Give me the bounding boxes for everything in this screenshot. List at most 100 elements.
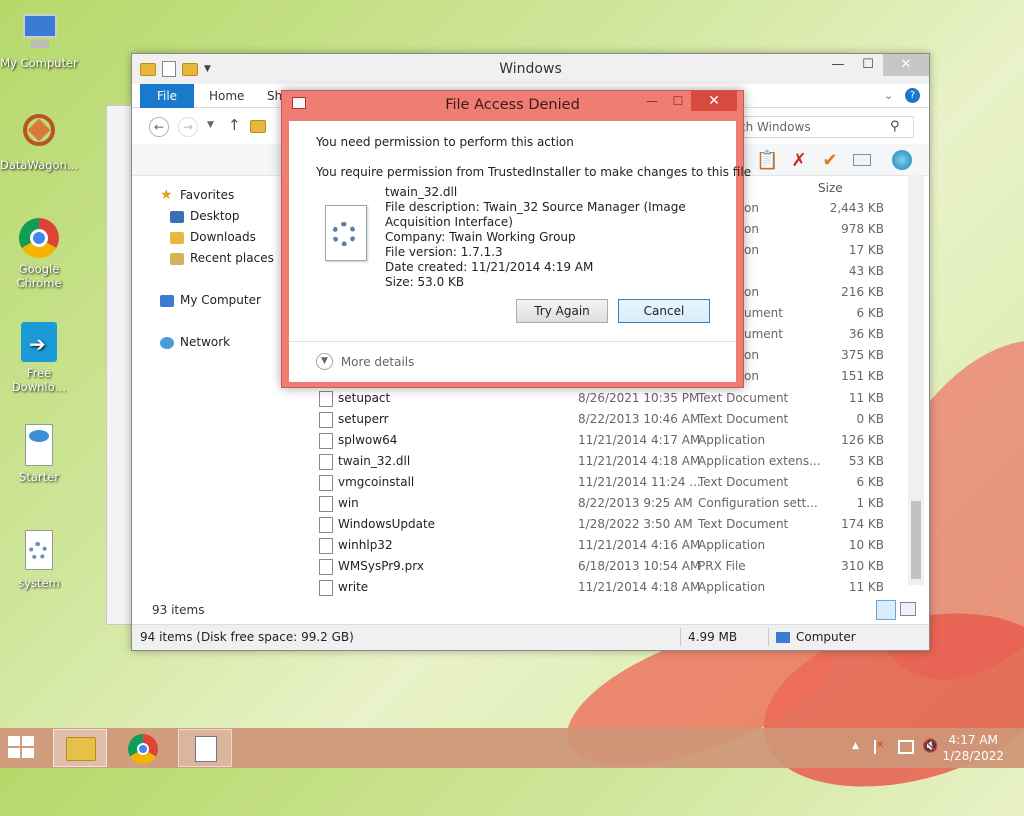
file-name: WMSysPr9.prx xyxy=(338,559,424,573)
cancel-button[interactable]: Cancel xyxy=(618,299,710,323)
file-type-partial: on xyxy=(744,285,759,299)
clock-date: 1/28/2022 xyxy=(942,749,1004,763)
file-row[interactable]: vmgcoinstall 11/21/2014 11:24 ... Text Doc… xyxy=(317,472,887,493)
file-row[interactable]: twain_32.dll 11/21/2014 4:18 AM Applicatio… xyxy=(317,451,887,472)
file-size: 6 KB xyxy=(856,475,884,489)
clipboard-icon[interactable]: 📋 xyxy=(756,150,778,172)
volume-muted-icon[interactable]: 🔇 xyxy=(922,739,938,754)
vertical-scrollbar[interactable] xyxy=(908,175,924,585)
downloads-folder-icon xyxy=(170,231,184,244)
my-computer-icon xyxy=(160,294,174,307)
taskbar-chrome[interactable] xyxy=(116,729,170,767)
file-icon xyxy=(319,412,333,428)
file-size-partial: 2,443 KB xyxy=(829,201,884,215)
file-type-partial: ument xyxy=(744,327,783,341)
file-size: 11 KB xyxy=(848,391,884,405)
file-icon xyxy=(319,496,333,512)
show-hidden-icons-arrow[interactable]: ▲ xyxy=(852,741,859,751)
close-button[interactable]: ✕ xyxy=(883,54,929,76)
folder-icon xyxy=(250,120,266,133)
search-icon[interactable]: ⚲ xyxy=(890,119,900,134)
tab-home[interactable]: Home xyxy=(209,84,244,108)
nav-downloads[interactable]: Downloads xyxy=(170,228,256,246)
desktop-icon-datawagon[interactable]: DataWagon… xyxy=(0,112,78,172)
file-row[interactable]: setupact 8/26/2021 10:35 PM Text Document 1… xyxy=(317,388,887,409)
large-icons-view-button[interactable] xyxy=(900,602,916,616)
desktop-icon-free-download[interactable]: ➔ Free Downlo… xyxy=(0,320,78,394)
file-date: 11/21/2014 4:18 AM xyxy=(578,454,701,468)
desktop-icon-system[interactable]: system xyxy=(0,530,78,590)
system-clock[interactable]: 4:17 AM 1/28/2022 xyxy=(942,732,1004,764)
file-type: Application xyxy=(698,433,766,447)
network-tray-icon[interactable] xyxy=(898,740,914,754)
maximize-button[interactable]: ☐ xyxy=(853,54,883,76)
file-row[interactable]: splwow64 11/21/2014 4:17 AM Application 126… xyxy=(317,430,887,451)
search-input[interactable]: ch Windows xyxy=(732,116,914,138)
free-download-icon: ➔ xyxy=(17,320,61,364)
chevron-down-icon[interactable]: ▼ xyxy=(207,120,214,130)
desktop-icon-label: Starter xyxy=(19,470,59,484)
scrollbar-thumb[interactable] xyxy=(911,501,921,579)
checkmark-icon[interactable]: ✔ xyxy=(819,150,841,172)
chevron-down-circle-icon: ▼ xyxy=(316,353,333,370)
dialog-maximize-button[interactable]: ☐ xyxy=(665,91,691,111)
taskbar-app[interactable] xyxy=(178,729,232,767)
file-row[interactable]: WMSysPr9.prx 6/18/2013 10:54 AM PRX File 31… xyxy=(317,556,887,577)
file-type: PRX File xyxy=(698,559,746,573)
dll-file-icon xyxy=(325,205,367,261)
nav-recent-places[interactable]: Recent places xyxy=(170,249,274,267)
desktop-icon-label: DataWagon… xyxy=(0,158,79,172)
explorer-title-bar[interactable]: ▼ Windows — ☐ ✕ xyxy=(132,54,929,84)
taskbar-file-explorer[interactable] xyxy=(53,729,107,767)
desktop-icon-chrome[interactable]: Google Chrome xyxy=(0,216,78,290)
file-size: 0 KB xyxy=(856,412,884,426)
desktop-icon-my-computer[interactable]: My Computer xyxy=(0,10,78,70)
delete-icon[interactable]: ✗ xyxy=(788,150,810,172)
minimize-button[interactable]: — xyxy=(823,54,853,76)
gear-icon xyxy=(332,222,356,246)
file-type-partial: on xyxy=(744,222,759,236)
nav-desktop[interactable]: Desktop xyxy=(170,207,240,225)
desktop-icon-label: My Computer xyxy=(0,56,78,70)
dialog-size: Size: 53.0 KB xyxy=(385,275,465,289)
nav-label: Downloads xyxy=(190,230,256,244)
dialog-company: Company: Twain Working Group xyxy=(385,230,576,244)
network-icon xyxy=(160,336,174,349)
file-row[interactable]: WindowsUpdate 1/28/2022 3:50 AM Text Docum… xyxy=(317,514,887,535)
nav-network[interactable]: Network xyxy=(160,333,230,351)
details-view-button[interactable] xyxy=(876,600,896,620)
clock-time: 4:17 AM xyxy=(948,733,998,747)
up-arrow-icon[interactable]: ↑ xyxy=(228,116,241,134)
file-row[interactable]: win 8/22/2013 9:25 AM Configuration sett..… xyxy=(317,493,887,514)
status-items: 94 items (Disk free space: 99.2 GB) xyxy=(140,630,354,644)
chevron-down-icon[interactable]: ⌄ xyxy=(884,89,893,102)
file-type: Text Document xyxy=(698,517,789,531)
file-row[interactable]: write 11/21/2014 4:18 AM Application 11 KB xyxy=(317,577,887,598)
desktop-icon-starter[interactable]: Starter xyxy=(0,424,78,484)
help-icon[interactable]: ? xyxy=(905,88,920,103)
computer-icon xyxy=(776,632,790,643)
globe-icon[interactable] xyxy=(891,150,913,172)
file-row[interactable]: winhlp32 11/21/2014 4:16 AM Application 10 … xyxy=(317,535,887,556)
dialog-body: You need permission to perform this acti… xyxy=(289,121,751,382)
start-button[interactable] xyxy=(8,736,36,760)
forward-button[interactable]: → xyxy=(178,117,198,137)
file-row[interactable]: setuperr 8/22/2013 10:46 AM Text Document 0… xyxy=(317,409,887,430)
dialog-close-button[interactable]: ✕ xyxy=(691,91,737,111)
action-center-flag-icon[interactable]: ✕ xyxy=(874,740,890,754)
try-again-button[interactable]: Try Again xyxy=(516,299,608,323)
column-header-size[interactable]: Size xyxy=(818,181,843,195)
tab-share[interactable]: Sh xyxy=(267,84,282,108)
file-size-partial: 6 KB xyxy=(856,306,884,320)
my-computer-icon xyxy=(17,10,61,54)
tab-file[interactable]: File xyxy=(140,84,194,108)
nav-favorites[interactable]: ★ Favorites xyxy=(160,186,234,204)
back-button[interactable]: ← xyxy=(149,117,169,137)
file-size-partial: 36 KB xyxy=(848,327,884,341)
dialog-minimize-button[interactable]: — xyxy=(639,91,665,111)
file-size-partial: 978 KB xyxy=(841,222,884,236)
nav-my-computer[interactable]: My Computer xyxy=(160,291,261,309)
file-name: winhlp32 xyxy=(338,538,393,552)
rename-icon[interactable] xyxy=(851,150,873,172)
more-details-toggle[interactable]: ▼ More details xyxy=(316,353,414,371)
